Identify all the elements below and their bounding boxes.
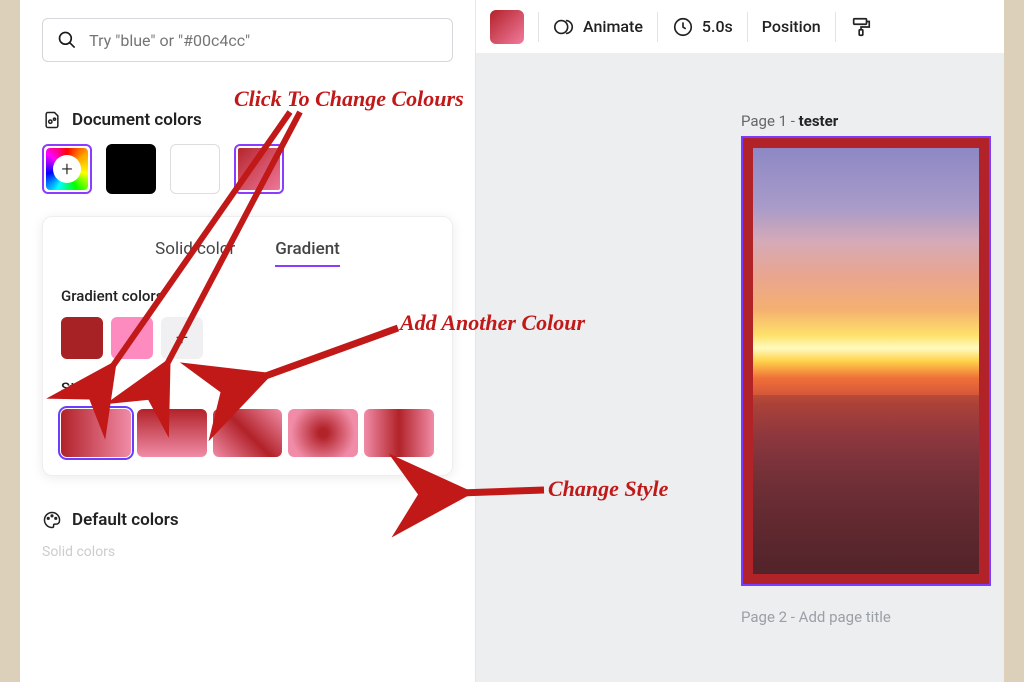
document-colors-label: Document colors <box>72 110 202 130</box>
page-1-label[interactable]: Page 1 - tester <box>741 112 838 130</box>
color-panel: Document colors + Solid color Gradient G… <box>20 0 475 682</box>
format-painter-button[interactable] <box>850 16 872 38</box>
plus-icon: + <box>176 326 188 351</box>
duration-button[interactable]: 5.0s <box>672 16 733 38</box>
palette-icon <box>42 510 62 530</box>
document-colors-header: Document colors <box>42 110 453 130</box>
canvas-area: Animate 5.0s Position Page 1 - tester Pa… <box>475 0 1004 682</box>
gradient-style-linear-h[interactable] <box>61 409 131 457</box>
solid-colors-sub: Solid colors <box>42 544 453 560</box>
gradient-colors-label: Gradient colors <box>61 287 434 305</box>
toolbar-fill-swatch[interactable] <box>490 10 524 44</box>
animate-button[interactable]: Animate <box>553 16 643 38</box>
page-2-label[interactable]: Page 2 - Add page title <box>741 608 891 626</box>
position-label: Position <box>762 17 821 36</box>
search-icon <box>57 29 77 51</box>
palette-file-icon <box>42 110 62 130</box>
position-button[interactable]: Position <box>762 17 821 36</box>
animate-label: Animate <box>583 17 643 36</box>
gradient-style-reflected[interactable] <box>364 409 434 457</box>
tab-solid[interactable]: Solid color <box>155 239 235 267</box>
paint-roller-icon <box>850 16 872 38</box>
default-colors-label: Default colors <box>72 510 179 530</box>
add-color-swatch[interactable]: + <box>42 144 92 194</box>
tab-gradient[interactable]: Gradient <box>275 239 340 267</box>
canvas-toolbar: Animate 5.0s Position <box>476 0 1004 54</box>
search-input[interactable] <box>89 31 438 50</box>
doc-swatch-gradient[interactable] <box>234 144 284 194</box>
gradient-color-1[interactable] <box>61 317 103 359</box>
plus-icon: + <box>53 155 81 183</box>
duration-label: 5.0s <box>702 17 733 36</box>
gradient-editor: Solid color Gradient Gradient colors + S… <box>42 216 453 476</box>
canvas-page-1[interactable] <box>741 136 991 586</box>
doc-swatch-white[interactable] <box>170 144 220 194</box>
style-label: Style <box>61 379 434 397</box>
page-content-image[interactable] <box>753 148 979 574</box>
gradient-style-diagonal[interactable] <box>213 409 283 457</box>
gradient-style-linear-v[interactable] <box>137 409 207 457</box>
gradient-add-color[interactable]: + <box>161 317 203 359</box>
default-colors-header: Default colors <box>42 510 453 530</box>
clock-icon <box>672 16 694 38</box>
animate-icon <box>553 16 575 38</box>
color-search[interactable] <box>42 18 453 62</box>
document-swatches: + <box>42 144 453 194</box>
doc-swatch-black[interactable] <box>106 144 156 194</box>
gradient-style-radial[interactable] <box>288 409 358 457</box>
gradient-color-2[interactable] <box>111 317 153 359</box>
